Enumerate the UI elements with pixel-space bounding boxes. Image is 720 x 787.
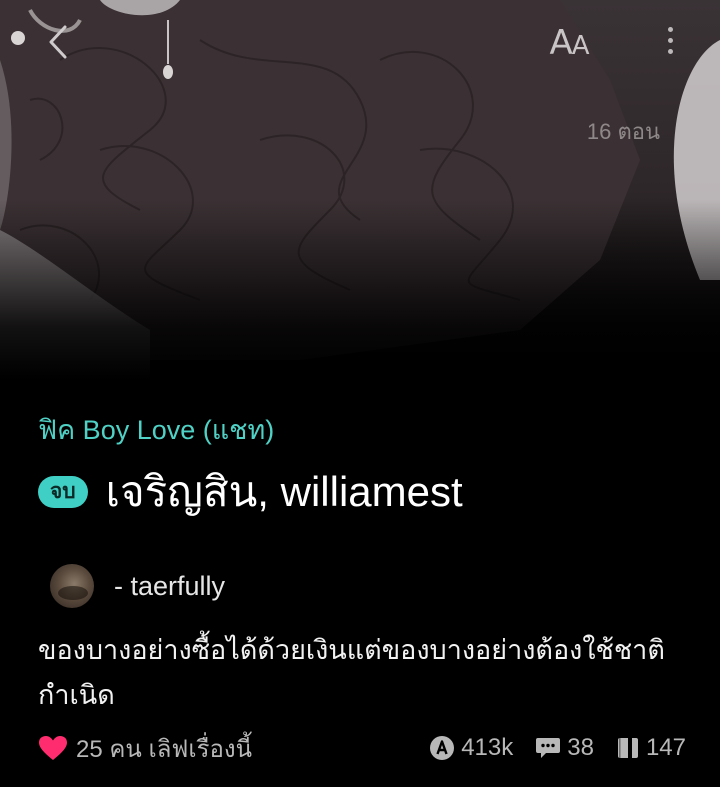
story-description: ของบางอย่างซื้อได้ด้วยเงินแต่ของบางอย่าง… <box>38 635 665 710</box>
views-stat: 413k <box>429 734 513 762</box>
font-size-icon-small: A <box>571 31 590 61</box>
cover-gradient <box>0 200 720 380</box>
right-stats: 413k 38 147 <box>429 734 686 762</box>
back-button[interactable] <box>38 22 78 62</box>
cover-image <box>0 0 720 380</box>
comment-icon <box>535 736 561 760</box>
heart-icon <box>38 735 68 761</box>
comments-count: 38 <box>567 734 594 761</box>
chevron-left-icon <box>49 25 67 59</box>
category-link[interactable]: ฟิค Boy Love (แชท) <box>38 408 274 451</box>
views-count: 413k <box>461 734 514 761</box>
status-badge: จบ <box>38 476 88 508</box>
author-name[interactable]: - taerfully <box>114 571 225 602</box>
story-title: เจริญสิน, williamest <box>105 468 463 515</box>
more-options-button[interactable] <box>655 18 685 62</box>
font-size-icon-large: A <box>549 23 572 63</box>
book-icon <box>616 736 640 760</box>
more-dot <box>667 48 673 54</box>
stats-bar: 25 คน เลิฟเรื่องนี้ 413k 38 147 <box>38 728 686 768</box>
story-detail-screen: AA 16 ตอน ฟิค Boy Love (แชท) จบ เจริญสิน… <box>0 0 720 787</box>
love-button[interactable]: 25 คน เลิฟเรื่องนี้ <box>38 729 252 768</box>
comments-stat[interactable]: 38 <box>535 734 594 762</box>
avatar[interactable] <box>50 564 94 608</box>
views-icon <box>429 735 455 761</box>
likes-text: 25 คน เลิฟเรื่องนี้ <box>76 735 253 763</box>
episode-count: 16 ตอน <box>586 119 660 144</box>
more-dot <box>667 37 673 43</box>
chapters-count: 147 <box>645 734 686 761</box>
font-size-button[interactable]: AA <box>540 18 598 62</box>
chapters-stat: 147 <box>616 734 686 762</box>
title-row: จบ เจริญสิน, williamest <box>38 464 463 520</box>
more-vertical-icon <box>667 26 673 32</box>
author-row[interactable]: - taerfully <box>50 564 225 608</box>
